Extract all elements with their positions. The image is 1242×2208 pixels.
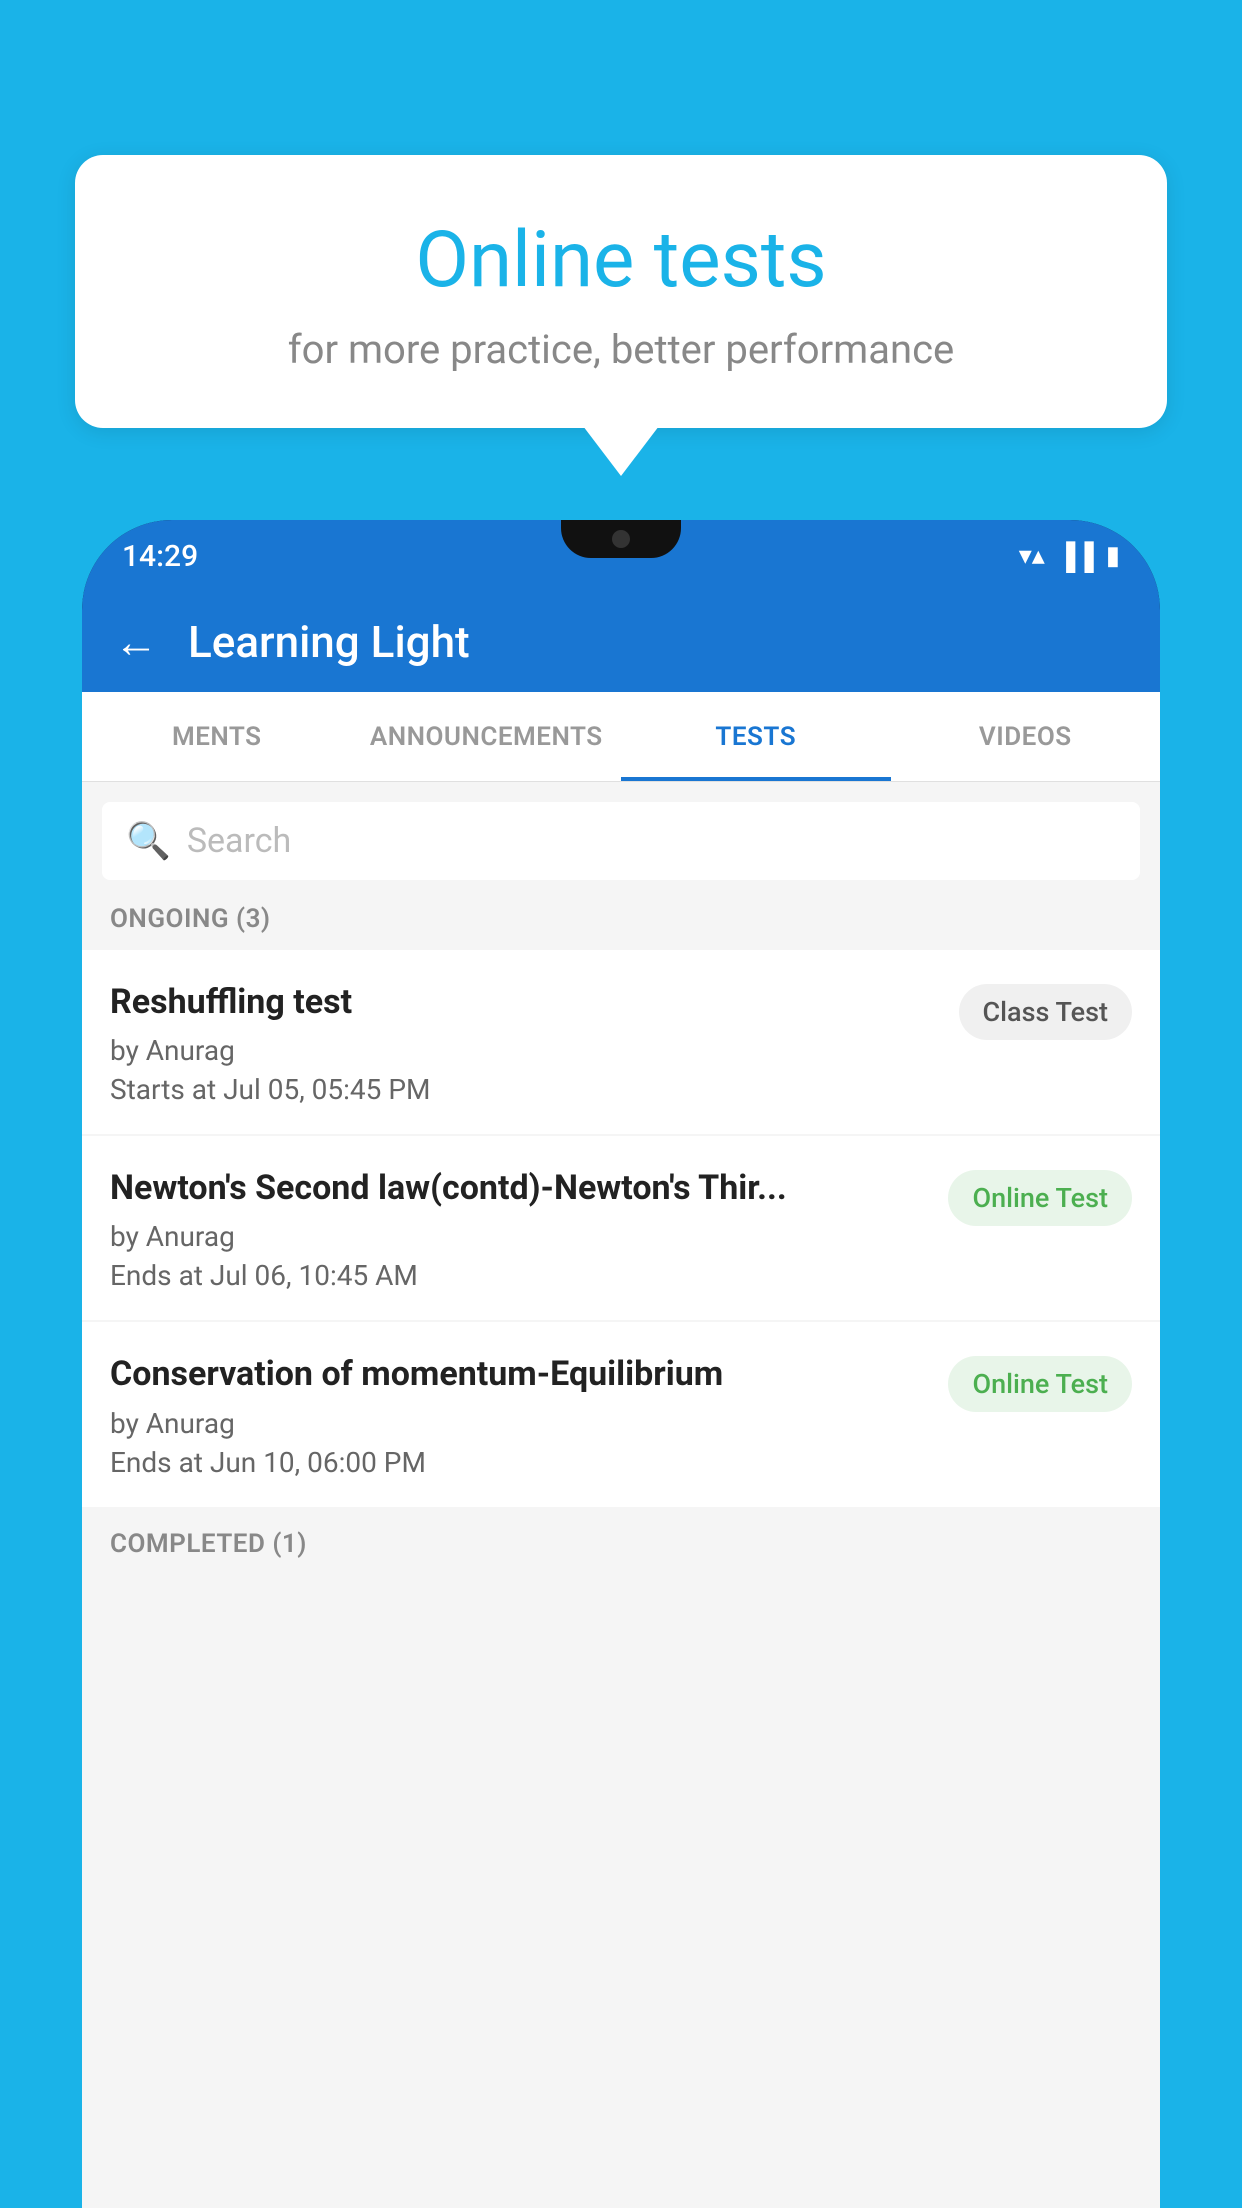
- tabs-bar: MENTS ANNOUNCEMENTS TESTS VIDEOS: [82, 692, 1160, 782]
- status-time: 14:29: [122, 539, 198, 574]
- app-bar: ← Learning Light: [82, 592, 1160, 692]
- test-name: Reshuffling test: [110, 980, 939, 1024]
- test-item[interactable]: Conservation of momentum-Equilibrium by …: [82, 1322, 1160, 1506]
- notch: [561, 520, 681, 558]
- speech-bubble: Online tests for more practice, better p…: [75, 155, 1167, 428]
- test-info: Conservation of momentum-Equilibrium by …: [110, 1352, 928, 1478]
- camera: [612, 530, 630, 548]
- tab-tests[interactable]: TESTS: [621, 692, 891, 781]
- test-item[interactable]: Reshuffling test by Anurag Starts at Jul…: [82, 950, 1160, 1134]
- signal-icon: ▐▐: [1057, 541, 1094, 572]
- test-name: Newton's Second law(contd)-Newton's Thir…: [110, 1166, 928, 1210]
- tab-videos[interactable]: VIDEOS: [891, 692, 1161, 781]
- test-item[interactable]: Newton's Second law(contd)-Newton's Thir…: [82, 1136, 1160, 1320]
- tab-ments[interactable]: MENTS: [82, 692, 352, 781]
- content-area: 🔍 Search ONGOING (3) Reshuffling test by…: [82, 782, 1160, 2208]
- back-button[interactable]: ←: [114, 616, 158, 668]
- bubble-subtitle: for more practice, better performance: [145, 326, 1097, 373]
- test-by: by Anurag: [110, 1220, 928, 1253]
- ongoing-section-label: ONGOING (3): [82, 880, 1160, 950]
- test-info: Reshuffling test by Anurag Starts at Jul…: [110, 980, 939, 1106]
- test-badge-online-2: Online Test: [948, 1356, 1132, 1412]
- test-by: by Anurag: [110, 1407, 928, 1440]
- battery-icon: ▮: [1106, 541, 1120, 571]
- search-icon: 🔍: [126, 820, 171, 862]
- app-title: Learning Light: [188, 616, 470, 668]
- search-input[interactable]: Search: [187, 821, 1116, 861]
- test-badge-class: Class Test: [959, 984, 1133, 1040]
- tab-announcements[interactable]: ANNOUNCEMENTS: [352, 692, 622, 781]
- phone-frame: 14:29 ▾▴ ▐▐ ▮ ← Learning Light MENTS ANN…: [82, 520, 1160, 2208]
- wifi-icon: ▾▴: [1019, 541, 1045, 571]
- test-date: Starts at Jul 05, 05:45 PM: [110, 1073, 939, 1106]
- status-bar: 14:29 ▾▴ ▐▐ ▮: [82, 520, 1160, 592]
- test-badge-online: Online Test: [948, 1170, 1132, 1226]
- test-name: Conservation of momentum-Equilibrium: [110, 1352, 928, 1396]
- test-date: Ends at Jul 06, 10:45 AM: [110, 1259, 928, 1292]
- completed-section-label: COMPLETED (1): [82, 1509, 1160, 1569]
- status-icons: ▾▴ ▐▐ ▮: [1019, 541, 1120, 572]
- search-bar[interactable]: 🔍 Search: [102, 802, 1140, 880]
- bubble-title: Online tests: [145, 215, 1097, 306]
- test-by: by Anurag: [110, 1034, 939, 1067]
- test-date: Ends at Jun 10, 06:00 PM: [110, 1446, 928, 1479]
- test-info: Newton's Second law(contd)-Newton's Thir…: [110, 1166, 928, 1292]
